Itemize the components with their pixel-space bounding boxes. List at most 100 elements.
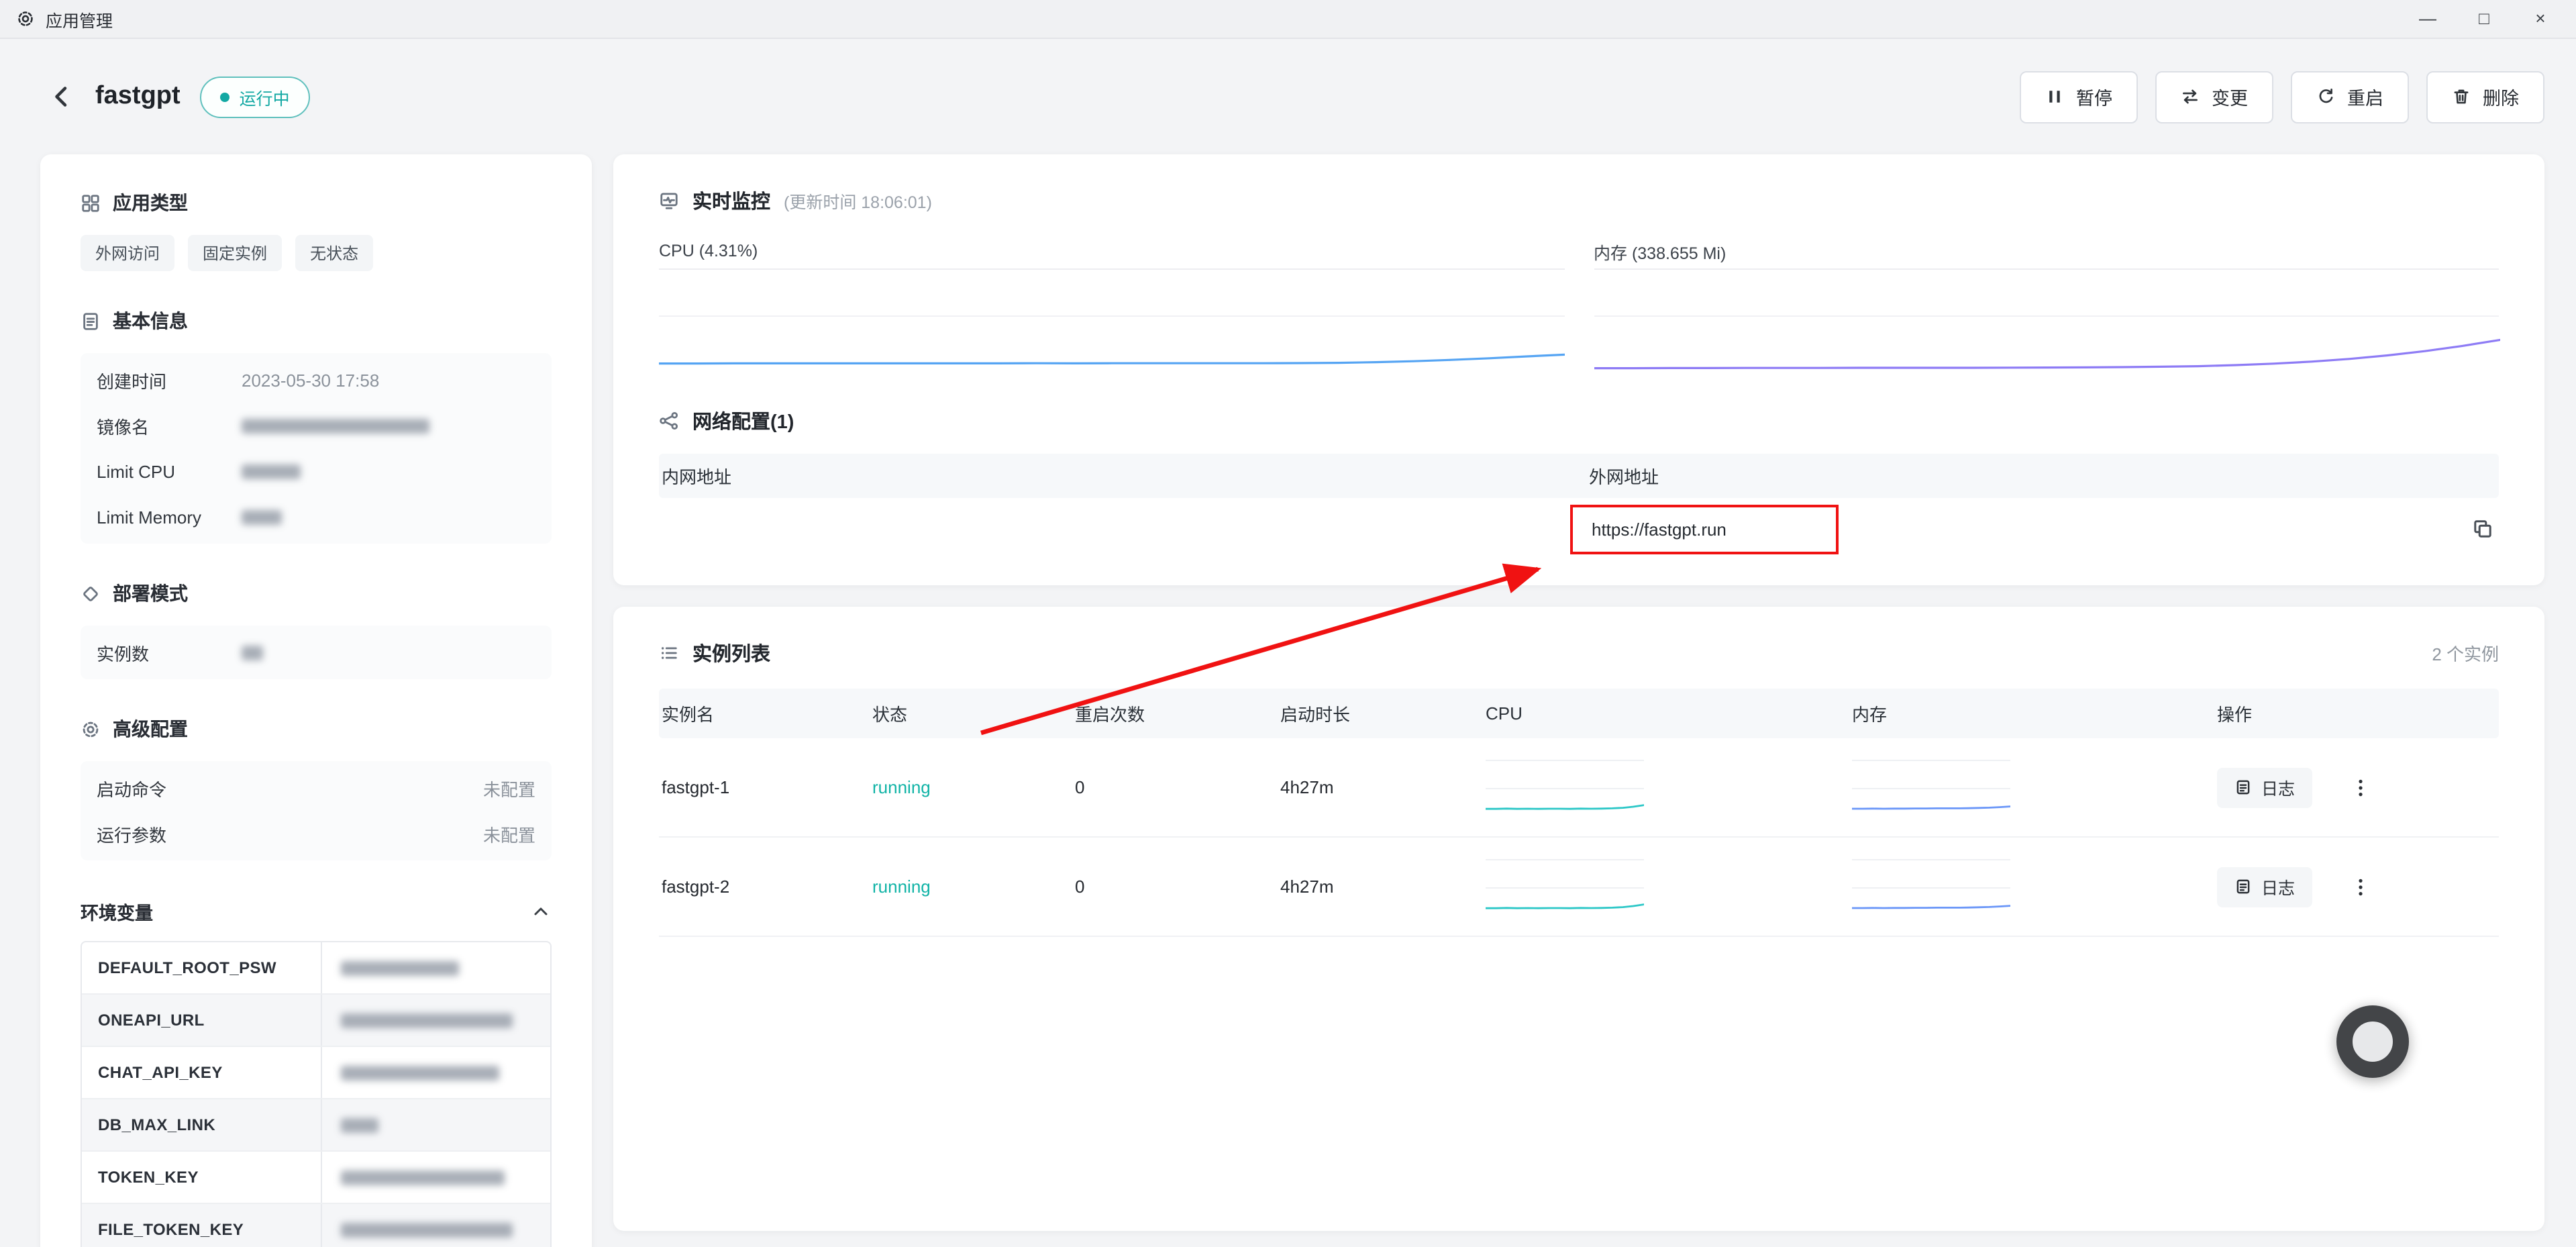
memory-chart-line bbox=[1594, 270, 2499, 375]
info-label: 运行参数 bbox=[97, 821, 242, 846]
column-actions: 操作 bbox=[2214, 701, 2499, 726]
env-var-key: DB_MAX_LINK bbox=[82, 1099, 322, 1150]
monitor-section-header: 实时监控 (更新时间 18:06:01) bbox=[659, 187, 2499, 215]
redacted-value bbox=[242, 645, 263, 660]
change-button[interactable]: 变更 bbox=[2155, 70, 2273, 123]
column-internal-address: 内网地址 bbox=[659, 463, 1586, 489]
redacted-value bbox=[341, 1117, 378, 1132]
monitor-icon bbox=[659, 191, 679, 211]
close-button[interactable]: × bbox=[2512, 0, 2569, 38]
copy-icon[interactable] bbox=[2472, 518, 2493, 540]
network-table: 内网地址 外网地址 https://fastgpt.run bbox=[659, 454, 2499, 560]
more-options-icon[interactable] bbox=[2350, 876, 2371, 897]
section-title: 基本信息 bbox=[113, 307, 188, 334]
info-label: Limit CPU bbox=[97, 461, 242, 481]
chevron-up-icon[interactable] bbox=[530, 901, 552, 922]
env-var-key: ONEAPI_URL bbox=[82, 995, 322, 1046]
env-var-key: DEFAULT_ROOT_PSW bbox=[82, 942, 322, 993]
change-arrows-icon bbox=[2181, 87, 2200, 106]
pause-button[interactable]: 暂停 bbox=[2020, 70, 2138, 123]
network-title: 网络配置(1) bbox=[692, 407, 794, 435]
created-time-value: 2023-05-30 17:58 bbox=[242, 370, 379, 390]
network-config-section: 网络配置(1) 内网地址 外网地址 https://fastg bbox=[659, 407, 2499, 560]
app-info-sidebar: 应用类型 外网访问 固定实例 无状态 基本信息 创建时间 2023-05-30 … bbox=[40, 154, 592, 1247]
redacted-value bbox=[242, 509, 282, 524]
section-title: 部署模式 bbox=[113, 580, 188, 607]
deploy-info-list: 实例数 bbox=[81, 626, 552, 679]
redacted-value bbox=[341, 1013, 513, 1028]
status-label: 运行中 bbox=[240, 84, 290, 109]
change-button-label: 变更 bbox=[2212, 83, 2248, 110]
document-icon bbox=[81, 311, 101, 331]
network-table-row: https://fastgpt.run bbox=[659, 498, 2499, 560]
redacted-value bbox=[242, 418, 429, 433]
gear-icon bbox=[81, 719, 101, 739]
list-icon bbox=[659, 643, 679, 663]
section-title: 高级配置 bbox=[113, 715, 188, 742]
column-memory: 内存 bbox=[1849, 701, 2214, 726]
instance-count: 2 个实例 bbox=[2432, 640, 2499, 666]
window-title: 应用管理 bbox=[46, 6, 113, 32]
app-type-tag: 无状态 bbox=[295, 235, 373, 271]
log-button[interactable]: 日志 bbox=[2217, 767, 2312, 807]
instance-name: fastgpt-2 bbox=[659, 877, 870, 897]
info-row: 实例数 bbox=[97, 630, 535, 675]
instance-uptime: 4h27m bbox=[1278, 877, 1483, 897]
column-restarts: 重启次数 bbox=[1072, 701, 1278, 726]
env-var-row: DB_MAX_LINK bbox=[82, 1098, 550, 1150]
network-section-header: 网络配置(1) bbox=[659, 407, 2499, 435]
page-header: fastgpt 运行中 暂停 变更 bbox=[0, 39, 2576, 154]
external-url-link[interactable]: https://fastgpt.run bbox=[1592, 519, 1727, 539]
info-row: 镜像名 bbox=[97, 403, 535, 448]
cpu-chart bbox=[659, 268, 1564, 375]
env-var-row: ONEAPI_URL bbox=[82, 993, 550, 1046]
instance-status: running bbox=[870, 777, 1072, 797]
back-button[interactable] bbox=[48, 83, 75, 110]
titlebar: 应用管理 — □ × bbox=[0, 0, 2576, 39]
instance-list-panel: 实例列表 2 个实例 实例名 状态 重启次数 启动时长 CPU 内存 操作 fa… bbox=[613, 607, 2544, 1231]
not-configured-value: 未配置 bbox=[483, 821, 535, 846]
network-table-header: 内网地址 外网地址 bbox=[659, 454, 2499, 498]
grid-icon bbox=[81, 193, 101, 213]
info-label: Limit Memory bbox=[97, 507, 242, 527]
app-window: 应用管理 — □ × fastgpt 运行中 暂停 bbox=[0, 0, 2576, 1247]
minimize-button[interactable]: — bbox=[2400, 0, 2456, 38]
memory-chart bbox=[1594, 268, 2499, 375]
log-button-label: 日志 bbox=[2261, 874, 2295, 899]
app-logo-gear-icon bbox=[16, 9, 35, 28]
more-options-icon[interactable] bbox=[2350, 777, 2371, 798]
section-deploy-mode: 部署模式 bbox=[81, 580, 552, 607]
instance-row: fastgpt-2 running 0 4h27m 日志 bbox=[659, 838, 2499, 937]
column-instance-name: 实例名 bbox=[659, 701, 870, 726]
pause-icon bbox=[2045, 87, 2064, 106]
info-label: 创建时间 bbox=[97, 367, 242, 393]
not-configured-value: 未配置 bbox=[483, 775, 535, 801]
restart-button[interactable]: 重启 bbox=[2291, 70, 2409, 123]
monitor-network-panel: 实时监控 (更新时间 18:06:01) CPU (4.31%) 内存 (338… bbox=[613, 154, 2544, 585]
delete-button[interactable]: 删除 bbox=[2426, 70, 2544, 123]
annotation-highlight-box: https://fastgpt.run bbox=[1570, 504, 1839, 554]
app-type-tag: 固定实例 bbox=[188, 235, 282, 271]
monitor-title: 实时监控 bbox=[692, 187, 770, 215]
instance-name: fastgpt-1 bbox=[659, 777, 870, 797]
column-status: 状态 bbox=[870, 701, 1072, 726]
instance-table-header: 实例名 状态 重启次数 启动时长 CPU 内存 操作 bbox=[659, 689, 2499, 738]
redacted-value bbox=[341, 1222, 513, 1237]
section-title: 环境变量 bbox=[81, 898, 153, 925]
cpu-chart-line bbox=[659, 270, 1564, 375]
log-button[interactable]: 日志 bbox=[2217, 866, 2312, 907]
redacted-value bbox=[341, 960, 459, 975]
maximize-button[interactable]: □ bbox=[2456, 0, 2512, 38]
env-var-key: CHAT_API_KEY bbox=[82, 1047, 322, 1098]
column-cpu: CPU bbox=[1483, 703, 1849, 724]
instance-memory-sparkline bbox=[1852, 760, 2010, 815]
instance-memory-sparkline bbox=[1852, 859, 2010, 914]
advanced-config-list: 启动命令 未配置 运行参数 未配置 bbox=[81, 761, 552, 860]
section-app-type: 应用类型 bbox=[81, 189, 552, 216]
network-icon bbox=[659, 411, 679, 431]
deploy-icon bbox=[81, 583, 101, 603]
env-vars-header: 环境变量 bbox=[81, 898, 552, 925]
status-dot-icon bbox=[221, 92, 230, 101]
cpu-chart-box: CPU (4.31%) bbox=[659, 234, 1564, 375]
memory-sparkline-line bbox=[1852, 761, 2010, 815]
